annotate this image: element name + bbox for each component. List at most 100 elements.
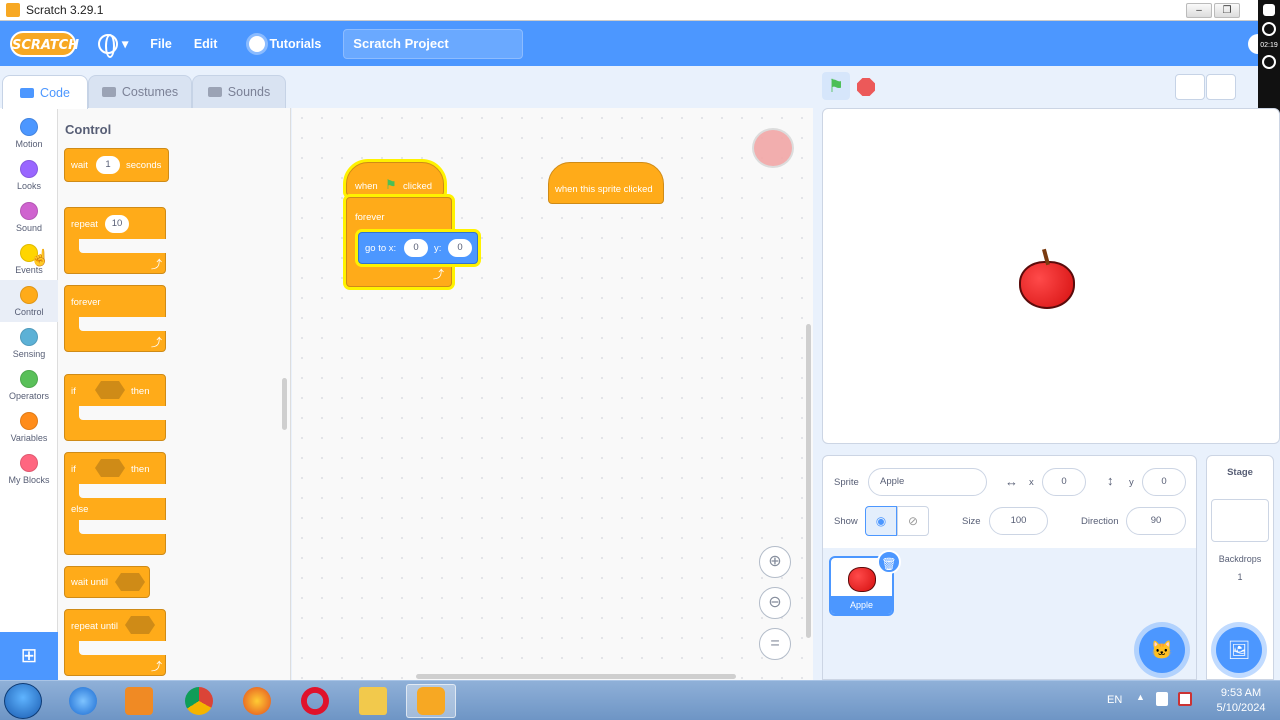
tab-costumes[interactable]: Costumes [88, 75, 192, 108]
green-flag-button[interactable]: ⚑ [822, 72, 850, 100]
variables-dot-icon [20, 412, 38, 430]
code-workspace[interactable]: when ⚑ clicked forever ⤴ go to x: 0 y: 0… [292, 108, 813, 680]
repeat-count-input[interactable]: 10 [105, 215, 129, 233]
workspace-vertical-scrollbar[interactable] [806, 324, 811, 638]
zoom-out-button[interactable]: ⊖ [759, 587, 791, 619]
edit-menu[interactable]: Edit [194, 37, 218, 51]
tutorials-button[interactable]: Tutorials [249, 35, 321, 52]
sprite-name-input[interactable]: Apple [868, 468, 987, 496]
choose-backdrop-button[interactable]: 🖼 [1216, 627, 1262, 673]
usb-icon[interactable] [1156, 692, 1168, 706]
category-looks[interactable]: Looks [0, 154, 58, 196]
show-sprite-button[interactable]: ◉ [865, 506, 897, 536]
block-label: y: [434, 243, 442, 254]
minimize-button[interactable]: – [1186, 3, 1212, 18]
taskbar-opera[interactable] [290, 684, 340, 718]
when-sprite-clicked-hat[interactable]: when this sprite clicked [548, 162, 664, 204]
vertical-arrows-icon: ↕ [1107, 473, 1114, 488]
block-wait-seconds[interactable]: wait 1 seconds [64, 148, 169, 182]
system-tray: EN ▲ 9:53 AM 5/10/2024 [1100, 684, 1280, 718]
taskbar-chrome[interactable] [174, 684, 224, 718]
my-blocks-dot-icon [20, 454, 38, 472]
category-control[interactable]: Control [0, 280, 58, 322]
zoom-in-button[interactable]: ⊕ [759, 546, 791, 578]
stage-thumbnail[interactable] [1211, 499, 1269, 542]
chrome-icon [185, 687, 213, 715]
taskbar-explorer[interactable] [348, 684, 398, 718]
horizontal-arrows-icon: ↔ [1005, 474, 1018, 489]
clock-date[interactable]: 5/10/2024 [1206, 702, 1276, 714]
condition-slot[interactable] [125, 616, 155, 634]
stop-button[interactable] [857, 78, 875, 96]
condition-slot[interactable] [95, 381, 125, 399]
language-indicator[interactable]: EN [1107, 694, 1122, 706]
language-menu[interactable]: ▾ [98, 33, 128, 58]
category-sound[interactable]: Sound [0, 196, 58, 238]
taskbar-ie[interactable] [58, 684, 108, 718]
palette-scrollbar[interactable] [282, 378, 287, 430]
condition-slot[interactable] [115, 573, 145, 591]
sound-dot-icon [20, 202, 38, 220]
add-extension-button[interactable]: ⊞ [0, 632, 58, 680]
delete-sprite-button[interactable]: 🗑 [877, 550, 901, 574]
sprite-size-input[interactable]: 100 [989, 507, 1048, 535]
file-menu[interactable]: File [150, 37, 172, 51]
taskbar-media-player[interactable] [114, 684, 164, 718]
goto-y-input[interactable]: 0 [448, 239, 472, 257]
clock-time[interactable]: 9:53 AM [1206, 687, 1276, 699]
start-button[interactable] [4, 683, 42, 719]
category-sensing[interactable]: Sensing [0, 322, 58, 364]
brush-icon [101, 87, 116, 97]
workspace-horizontal-scrollbar[interactable] [416, 674, 736, 679]
sprite-direction-input[interactable]: 90 [1126, 507, 1186, 535]
recording-timer: 02:19 [1260, 42, 1278, 49]
stage-canvas[interactable] [822, 108, 1280, 444]
camera-icon[interactable] [1263, 4, 1275, 16]
tab-code-label: Code [40, 85, 70, 100]
hide-sprite-button[interactable]: ⊘ [897, 506, 929, 536]
maximize-button[interactable]: ❐ [1214, 3, 1240, 18]
category-operators[interactable]: Operators [0, 364, 58, 406]
block-label: seconds [126, 160, 162, 171]
category-label: Sensing [12, 349, 46, 359]
microphone-icon[interactable] [1262, 55, 1276, 69]
sprite-x-input[interactable]: 0 [1042, 468, 1086, 496]
go-to-xy-block[interactable]: go to x: 0 y: 0 [358, 232, 478, 264]
internet-explorer-icon [69, 687, 97, 715]
category-my-blocks[interactable]: My Blocks [0, 448, 58, 490]
scratch-logo[interactable]: SCRATCH [10, 30, 79, 57]
taskbar-scratch[interactable] [406, 684, 456, 718]
condition-slot[interactable] [95, 459, 125, 477]
category-variables[interactable]: Variables [0, 406, 58, 448]
block-repeat[interactable]: repeat 10 ⤴ [64, 207, 167, 274]
wait-seconds-input[interactable]: 1 [96, 156, 120, 174]
tab-code[interactable]: Code [2, 75, 88, 109]
block-label: if [71, 386, 76, 397]
zoom-reset-button[interactable]: = [759, 628, 791, 660]
choose-sprite-button[interactable]: 🐱 [1139, 627, 1185, 673]
taskbar-firefox[interactable] [232, 684, 282, 718]
when-flag-clicked-hat[interactable]: when ⚑ clicked [346, 162, 444, 196]
block-if-then[interactable]: if then [64, 374, 167, 441]
tab-sounds[interactable]: Sounds [192, 75, 286, 108]
loop-arrow-icon: ⤴ [151, 661, 162, 673]
block-label: when this sprite clicked [555, 184, 653, 195]
lightbulb-icon [249, 35, 266, 52]
sprite-y-input[interactable]: 0 [1142, 468, 1186, 496]
network-error-icon[interactable] [1178, 692, 1192, 706]
block-if-else[interactable]: if then else [64, 452, 167, 555]
block-wait-until[interactable]: wait until [64, 566, 150, 598]
goto-x-input[interactable]: 0 [404, 239, 428, 257]
size-label: Size [962, 516, 981, 527]
show-hidden-icons-arrow-icon[interactable]: ▲ [1136, 692, 1145, 702]
block-repeat-until[interactable]: repeat until ⤴ [64, 609, 167, 676]
record-icon[interactable] [1262, 22, 1276, 36]
project-title-input[interactable]: Scratch Project [343, 28, 524, 59]
block-label: if [71, 464, 76, 475]
category-motion[interactable]: Motion [0, 112, 58, 154]
small-stage-button[interactable] [1175, 74, 1205, 100]
apple-sprite-icon[interactable] [1019, 261, 1075, 309]
normal-stage-button[interactable] [1206, 74, 1236, 100]
category-label: Looks [16, 181, 42, 191]
block-forever[interactable]: forever ⤴ [64, 285, 167, 352]
